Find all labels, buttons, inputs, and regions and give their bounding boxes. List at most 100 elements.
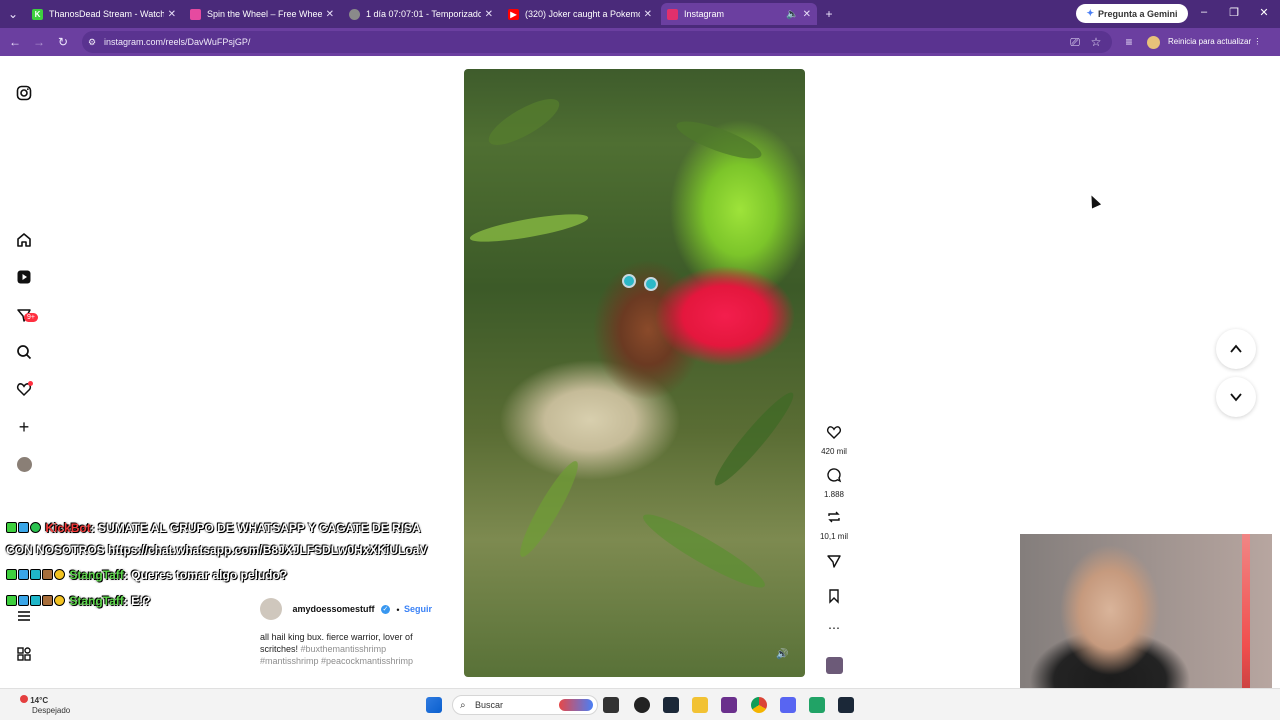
site-info-icon[interactable]: ⚙ xyxy=(88,37,96,48)
task-view-icon[interactable] xyxy=(603,697,619,713)
tab-list-icon[interactable]: ⌄ xyxy=(5,6,21,22)
like-count: 420 mil xyxy=(821,447,847,456)
file-explorer-icon[interactable] xyxy=(692,697,708,713)
shrimp-eye xyxy=(644,277,658,291)
chevron-up-icon xyxy=(1230,344,1242,353)
badge-icon xyxy=(18,569,29,580)
more-options-button[interactable]: ⋯ xyxy=(818,621,850,635)
notifications-icon[interactable] xyxy=(14,379,34,399)
like-button[interactable]: 420 mil xyxy=(818,424,850,456)
close-tab-icon[interactable]: ✕ xyxy=(326,9,334,20)
kick-badge-icon xyxy=(6,569,17,580)
chat-username: KickBot xyxy=(45,521,91,535)
tab-instagram[interactable]: Instagram 🔈 ✕ xyxy=(661,3,817,25)
next-reel-button[interactable] xyxy=(1216,377,1256,417)
author-username[interactable]: amydoessomestuff xyxy=(292,604,374,614)
update-browser-button[interactable]: Reinicia para actualizar ⋮ xyxy=(1168,37,1261,46)
discord-icon[interactable] xyxy=(780,697,796,713)
weather-widget[interactable]: 14°C Despejado xyxy=(18,695,70,716)
close-tab-icon[interactable]: ✕ xyxy=(644,9,652,20)
profile-icon[interactable] xyxy=(14,454,34,474)
post-caption: all hail king bux. fierce warrior, lover… xyxy=(260,632,414,666)
tab-spin-wheel[interactable]: Spin the Wheel – Free Wheel Sp ✕ xyxy=(184,3,340,25)
notification-dot xyxy=(28,381,33,386)
bookmark-star-icon[interactable]: ☆ xyxy=(1088,34,1104,50)
instagram-icon xyxy=(667,8,678,20)
leaf-shape xyxy=(637,505,771,597)
wheel-icon xyxy=(190,8,201,20)
clock-icon xyxy=(349,8,360,20)
close-tab-icon[interactable]: ✕ xyxy=(485,9,493,20)
back-icon[interactable]: ← xyxy=(7,34,23,50)
browser-toolbar: ← → ↻ ⚙ instagram.com/reels/DavWuFPsjGP/… xyxy=(0,28,1280,56)
search-icon[interactable] xyxy=(14,342,34,362)
previous-reel-button[interactable] xyxy=(1216,329,1256,369)
bookmark-icon xyxy=(829,589,839,604)
audio-avatar[interactable] xyxy=(818,657,850,679)
tab-thanosdead[interactable]: K ThanosDead Stream - Watch Li ✕ xyxy=(26,3,182,25)
browser-tab-strip: ⌄ K ThanosDead Stream - Watch Li ✕ Spin … xyxy=(0,0,1280,28)
leaf-shape xyxy=(512,456,586,562)
weather-condition: Despejado xyxy=(32,706,71,715)
share-button[interactable] xyxy=(818,553,850,574)
badge-icon xyxy=(18,522,29,533)
close-tab-icon[interactable]: ✕ xyxy=(803,9,811,20)
badge-icon xyxy=(54,595,65,606)
chrome-icon[interactable] xyxy=(751,697,767,713)
leaf-shape xyxy=(672,114,766,166)
repost-button[interactable]: 10,1 mil xyxy=(818,509,850,541)
install-app-icon[interactable]: ⎚ xyxy=(1067,34,1083,50)
heart-icon xyxy=(827,426,841,439)
messages-icon[interactable]: 9+ xyxy=(14,305,38,325)
steam-icon[interactable] xyxy=(663,697,679,713)
reel-video[interactable]: 🔊 xyxy=(464,69,805,677)
comment-icon xyxy=(827,468,842,483)
kick-icon: K xyxy=(32,8,43,20)
close-tab-icon[interactable]: ✕ xyxy=(168,9,176,20)
verified-icon: ✓ xyxy=(380,604,390,614)
tab-youtube-joker[interactable]: ▶ (320) Joker caught a Pokemon ✕ xyxy=(502,3,658,25)
chat-username: StangTaff xyxy=(69,594,124,608)
also-from-meta-icon[interactable] xyxy=(14,644,34,664)
steam-icon[interactable] xyxy=(838,697,854,713)
repost-count: 10,1 mil xyxy=(819,532,848,541)
new-tab-icon[interactable]: + xyxy=(821,6,837,22)
windows-start-icon[interactable] xyxy=(426,697,442,713)
author-avatar[interactable] xyxy=(260,598,282,620)
badge-icon xyxy=(30,595,41,606)
taskbar-search[interactable]: ⌕ Buscar xyxy=(452,695,598,715)
tab-timer[interactable]: 1 día 07:07:01 - Temporizador ✕ xyxy=(343,3,499,25)
chat-message-continued: CON NOSOTROS https://chat.whatsapp.com/B… xyxy=(6,543,428,557)
forward-icon[interactable]: → xyxy=(31,34,47,50)
reload-icon[interactable]: ↻ xyxy=(55,34,71,50)
verified-badge-icon xyxy=(30,522,41,533)
app-icon[interactable] xyxy=(634,697,650,713)
address-bar[interactable]: ⚙ instagram.com/reels/DavWuFPsjGP/ xyxy=(82,31,1112,53)
badge-icon xyxy=(42,569,53,580)
follow-button[interactable]: Seguir xyxy=(404,604,432,614)
save-button[interactable] xyxy=(818,588,850,609)
reading-list-icon[interactable]: ≡ xyxy=(1121,34,1137,50)
chat-message: KickBot: SUMATE AL GRUPO DE WHATSAPP Y C… xyxy=(6,521,421,535)
reels-icon[interactable] xyxy=(14,267,34,287)
chat-message: StangTaff: Queres tomar algo peludo? xyxy=(6,568,287,582)
chat-message: StangTaff: E!? xyxy=(6,594,150,608)
excel-icon[interactable] xyxy=(809,697,825,713)
create-icon[interactable]: + xyxy=(14,417,34,437)
messages-badge: 9+ xyxy=(24,313,38,322)
ask-gemini-button[interactable]: ✦ Pregunta a Gemini xyxy=(1076,4,1188,23)
mute-tab-icon[interactable]: 🔈 xyxy=(786,9,798,20)
obs-icon[interactable] xyxy=(721,697,737,713)
shrimp-eye xyxy=(622,274,636,288)
volume-icon[interactable]: 🔊 xyxy=(776,649,792,665)
instagram-logo-icon[interactable] xyxy=(14,83,34,103)
restore-icon[interactable]: ❐ xyxy=(1226,6,1242,19)
badge-icon xyxy=(42,595,53,606)
minimize-icon[interactable]: – xyxy=(1196,6,1212,18)
profile-avatar-icon[interactable] xyxy=(1145,34,1161,50)
home-icon[interactable] xyxy=(14,230,34,250)
close-window-icon[interactable]: ✕ xyxy=(1256,6,1272,19)
more-icon[interactable] xyxy=(14,606,34,626)
comment-button[interactable]: 1.888 xyxy=(818,467,850,499)
weather-alert-icon xyxy=(20,695,28,703)
